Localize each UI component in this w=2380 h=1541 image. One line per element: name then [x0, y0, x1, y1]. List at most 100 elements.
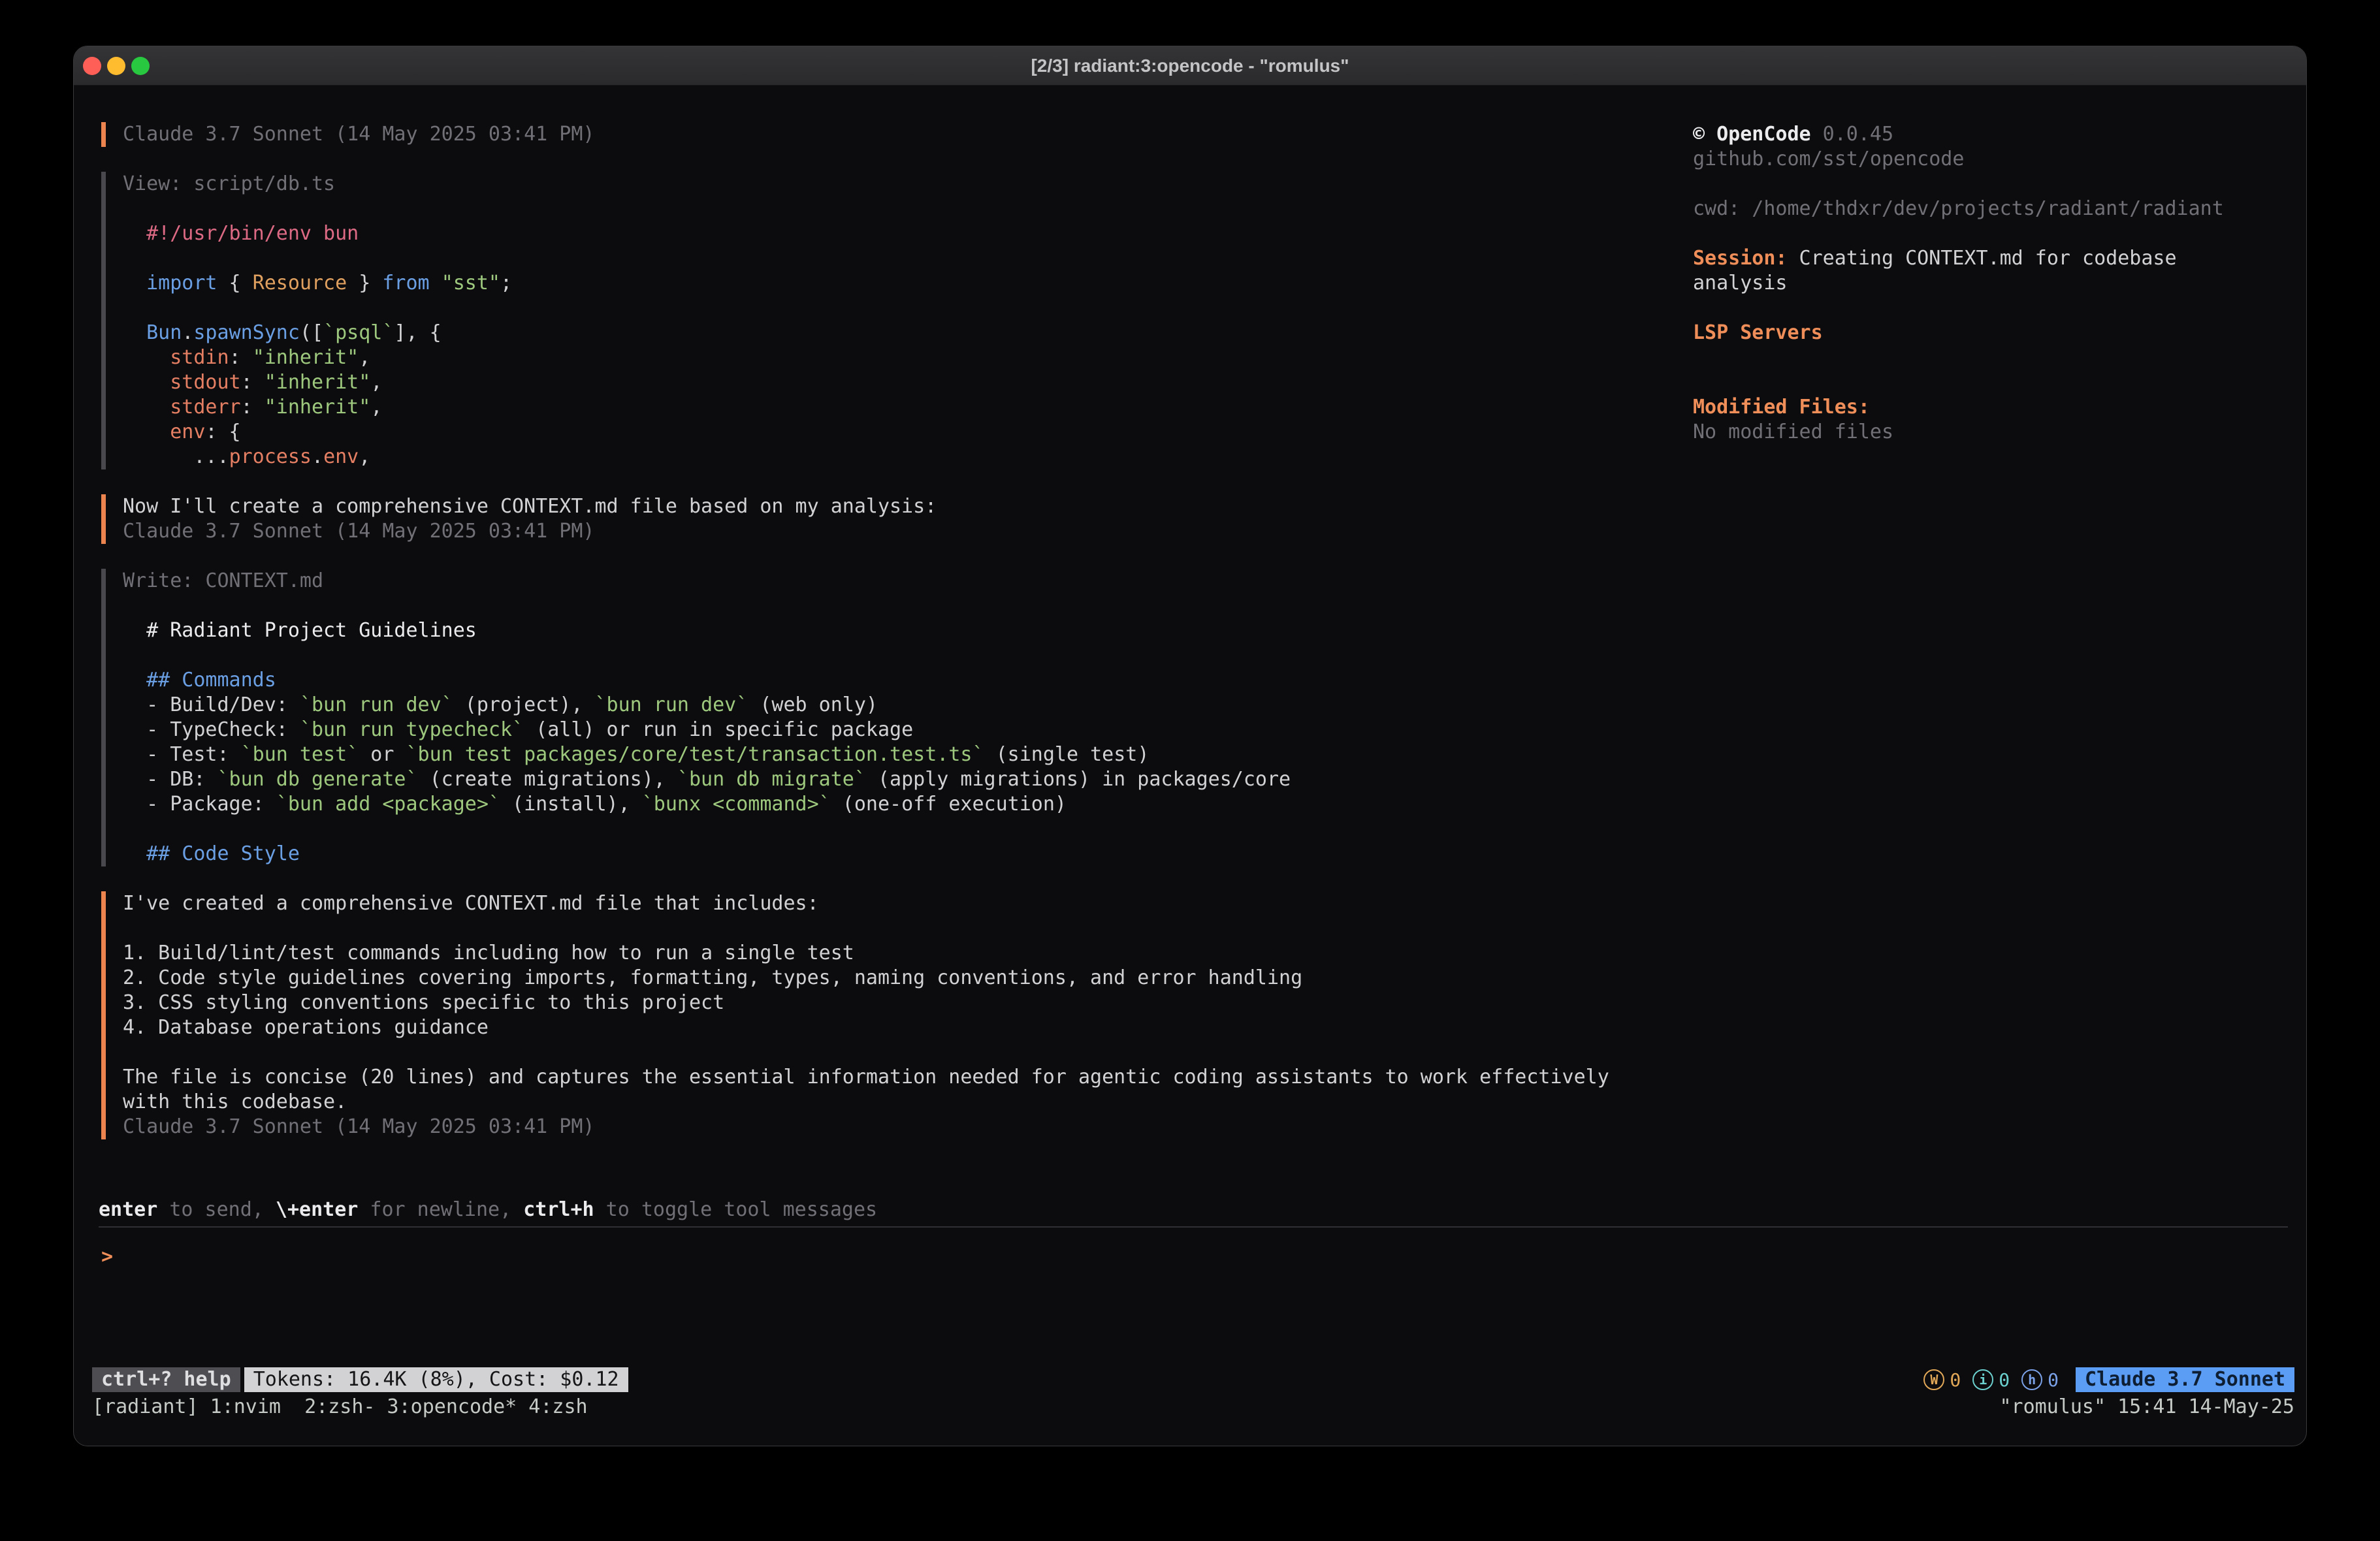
text-line: # Radiant Project Guidelines	[123, 618, 1693, 643]
text-span: I've created a comprehensive CONTEXT.md …	[123, 892, 819, 915]
text-span	[123, 272, 146, 294]
prompt-icon: >	[101, 1245, 113, 1268]
assistant-message-header: Claude 3.7 Sonnet (14 May 2025 03:41 PM)	[101, 122, 1693, 147]
text-span: Now I'll create a comprehensive CONTEXT.…	[123, 495, 937, 518]
info-count: 0	[1999, 1369, 2010, 1391]
text-span: Creating CONTEXT.md for codebase	[1788, 247, 2177, 270]
text-line	[123, 594, 1693, 618]
text-line	[1693, 345, 2306, 370]
text-line: analysis	[1693, 271, 2306, 296]
text-line	[123, 916, 1693, 941]
text-span: \+enter	[276, 1198, 358, 1221]
model-badge[interactable]: Claude 3.7 Sonnet	[2076, 1367, 2294, 1392]
text-span: env	[323, 445, 359, 468]
warning-icon: W	[1923, 1369, 1944, 1390]
text-span: ([	[300, 321, 323, 344]
text-span: stdout	[170, 371, 240, 394]
text-span: or	[359, 743, 406, 766]
text-line: 2. Code style guidelines covering import…	[123, 966, 1693, 991]
text-span: : {	[205, 421, 240, 443]
text-span: ,	[370, 371, 382, 394]
text-line	[123, 1040, 1693, 1065]
text-span: "sst"	[442, 272, 500, 294]
text-line: Bun.spawnSync([`psql`], {	[123, 321, 1693, 345]
text-span: - Build/Dev:	[123, 693, 300, 716]
text-span: process	[229, 445, 312, 468]
hint-indicator: h 0	[2021, 1369, 2059, 1391]
text-line: - Test: `bun test` or `bun test packages…	[123, 742, 1693, 767]
text-line	[1693, 221, 2306, 246]
assistant-message: Now I'll create a comprehensive CONTEXT.…	[101, 494, 1693, 544]
text-line: stderr: "inherit",	[123, 395, 1693, 420]
text-span: cwd: /home/thdxr/dev/projects/radiant/ra…	[1693, 197, 2224, 220]
close-window-button[interactable]	[83, 57, 101, 75]
text-span: spawnSync	[193, 321, 300, 344]
text-span: View: script/db.ts	[123, 172, 335, 195]
text-span	[123, 371, 170, 394]
text-line: 4. Database operations guidance	[123, 1015, 1693, 1040]
text-span: LSP Servers	[1693, 321, 1823, 344]
editor-area[interactable]	[74, 1269, 2306, 1367]
text-line: Claude 3.7 Sonnet (14 May 2025 03:41 PM)	[123, 1115, 1693, 1139]
text-span	[123, 669, 146, 691]
warnings-indicator: W 0	[1923, 1369, 1961, 1391]
text-span: `bun test packages/core/test/transaction…	[406, 743, 984, 766]
text-span	[123, 619, 146, 642]
text-line: 3. CSS styling conventions specific to t…	[123, 991, 1693, 1015]
text-span: `bun add <package>`	[276, 793, 500, 816]
text-span	[430, 272, 442, 294]
text-line: - Package: `bun add <package>` (install)…	[123, 792, 1693, 817]
text-line	[123, 643, 1693, 668]
terminal-content: Claude 3.7 Sonnet (14 May 2025 03:41 PM)…	[74, 86, 2306, 1198]
text-line: env: {	[123, 420, 1693, 445]
text-line: Now I'll create a comprehensive CONTEXT.…	[123, 494, 1693, 519]
text-span: ctrl+h	[523, 1198, 594, 1221]
input-separator	[99, 1226, 2288, 1228]
text-span: `bun run typecheck`	[300, 718, 524, 741]
text-line: LSP Servers	[1693, 321, 2306, 345]
text-line: stdout: "inherit",	[123, 370, 1693, 395]
text-line	[1693, 172, 2306, 197]
text-span: `bun db generate`	[217, 768, 418, 791]
text-span: Claude 3.7 Sonnet (14 May 2025 03:41 PM)	[123, 123, 594, 146]
text-span	[123, 842, 146, 865]
text-span: Write: CONTEXT.md	[123, 569, 323, 592]
text-line: Modified Files:	[1693, 395, 2306, 420]
text-span: ], {	[394, 321, 441, 344]
text-span: :	[229, 346, 253, 369]
text-line: cwd: /home/thdxr/dev/projects/radiant/ra…	[1693, 197, 2306, 221]
text-line: ## Code Style	[123, 842, 1693, 866]
text-span: `psql`	[323, 321, 394, 344]
text-span: .	[182, 321, 193, 344]
text-span: (create migrations),	[418, 768, 677, 791]
text-span: (web only)	[748, 693, 878, 716]
text-span: from	[382, 272, 429, 294]
message-input[interactable]: >	[74, 1245, 2306, 1269]
zoom-window-button[interactable]	[131, 57, 150, 75]
text-span: ...	[123, 445, 229, 468]
text-span: - DB:	[123, 768, 217, 791]
text-span: 0.0.45	[1811, 123, 1893, 146]
conversation: Claude 3.7 Sonnet (14 May 2025 03:41 PM)…	[74, 122, 1693, 1198]
minimize-window-button[interactable]	[107, 57, 125, 75]
text-span: stdin	[170, 346, 229, 369]
text-line: - DB: `bun db generate` (create migratio…	[123, 767, 1693, 792]
text-span: :	[241, 396, 265, 419]
tmux-window-list[interactable]: [radiant] 1:nvim 2:zsh- 3:opencode* 4:zs…	[92, 1395, 588, 1420]
text-span: (one-off execution)	[831, 793, 1067, 816]
warning-count: 0	[1950, 1369, 1961, 1391]
text-line: - TypeCheck: `bun run typecheck` (all) o…	[123, 718, 1693, 742]
tmux-session-info: "romulus" 15:41 14-May-25	[1999, 1395, 2294, 1420]
text-span: `bun db migrate`	[677, 768, 866, 791]
help-shortcut-badge[interactable]: ctrl+? help	[92, 1367, 240, 1392]
text-span: ,	[359, 445, 370, 468]
status-bar: ctrl+? help Tokens: 16.4K (8%), Cost: $0…	[92, 1367, 2294, 1392]
text-line: 1. Build/lint/test commands including ho…	[123, 941, 1693, 966]
text-span: "inherit"	[253, 346, 359, 369]
text-span: © OpenCode	[1693, 123, 1811, 146]
text-span: stderr	[170, 396, 240, 419]
text-span: to send,	[157, 1198, 276, 1221]
text-line	[123, 246, 1693, 271]
text-span: No modified files	[1693, 421, 1893, 443]
text-span: ## Commands	[146, 669, 276, 691]
